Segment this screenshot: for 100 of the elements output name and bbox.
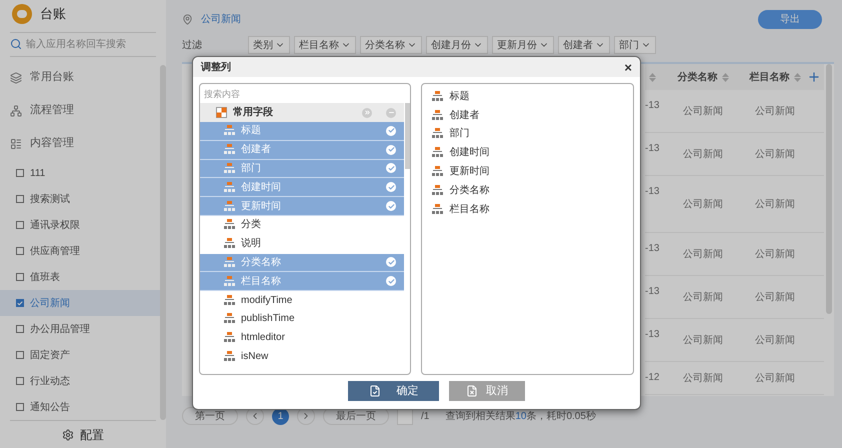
page-total: /1 [421,410,430,424]
column-item[interactable]: 栏目名称 [432,200,633,219]
filter-dropdown[interactable]: 栏目名称 [294,36,356,54]
filter-dropdown[interactable]: 更新月份 [492,36,554,54]
field-icon [224,182,235,193]
group-label: 常用字段 [233,105,273,120]
checkbox[interactable] [16,247,24,256]
table-cell-text: 公司新闻 [682,198,724,212]
search-field[interactable]: 搜索内容 [200,84,410,103]
field-icon [432,110,444,121]
filter-dropdown[interactable]: 创建者 [558,36,610,54]
filter-dropdown[interactable]: 分类名称 [360,36,422,54]
settings-icon [62,428,74,441]
section-title[interactable]: 内容管理 [30,135,74,152]
table-cell-text: 公司新闻 [754,104,796,118]
field-icon [224,144,235,156]
column-header[interactable]: 分类名称 [678,70,718,84]
table-cell-text: 公司新闻 [754,334,796,348]
hierarchy-icon [10,104,22,117]
check-icon [386,257,396,268]
add-column-icon[interactable] [807,70,821,84]
checkbox[interactable] [16,377,24,386]
checkbox[interactable] [16,221,24,230]
sidebar-item[interactable]: 固定资产 [0,342,160,368]
result-summary: 查询到相关结果10条，耗时0.05秒 [445,410,596,424]
field-icon [224,200,235,212]
file-x-icon [466,385,478,397]
field-icon [432,90,444,102]
app-title: 台账 [40,5,66,24]
table-cell-text: 公司新闻 [754,198,796,212]
sidebar-item[interactable]: 通知公告 [0,394,160,420]
field-icon [432,166,444,178]
location-icon [182,14,193,24]
column-item[interactable]: 标题 [432,87,633,106]
layers-icon [10,72,22,84]
section-title[interactable]: 流程管理 [30,102,74,119]
table-cell-text: -12 [645,371,660,385]
table-cell-text: 公司新闻 [682,372,724,386]
filter-dropdown[interactable]: 创建月份 [426,36,488,54]
field-icon [432,184,444,196]
check-icon [386,182,396,192]
checkbox[interactable] [16,195,24,204]
column-item[interactable]: 创建者 [432,106,633,125]
column-header[interactable]: 栏目名称 [750,70,790,84]
table-cell-text: 公司新闻 [682,334,724,348]
settings-link[interactable]: 配置 [80,426,104,444]
field-icon [224,162,235,174]
search-field[interactable]: 输入应用名称回车搜索 [26,36,152,52]
table-cell-text: 公司新闻 [754,372,796,386]
field-icon [224,294,235,306]
table-cell-text: 公司新闻 [682,104,724,118]
sidebar-item[interactable]: 通讯录权限 [0,212,160,238]
checkbox[interactable] [16,403,24,412]
check-icon [386,163,396,174]
field-icon [224,313,235,324]
scrollbar [405,103,410,169]
field-icon [432,128,444,140]
column-item[interactable]: 创建时间 [432,143,633,162]
table-cell-text: -13 [645,185,660,199]
group-icon [216,107,227,118]
column-item[interactable]: 部门 [432,124,633,144]
field-icon [224,350,235,362]
close-button[interactable]: × [624,60,632,74]
breadcrumb-link[interactable]: 公司新闻 [201,12,241,26]
filter-dropdown[interactable]: 类别 [248,36,290,54]
field-icon [224,256,235,268]
field-icon [432,204,444,215]
confirm-button[interactable]: 确定 [348,381,439,401]
filter-dropdown[interactable]: 部门 [614,36,656,54]
sidebar-item[interactable]: 111 [0,160,160,186]
table-cell-text: 公司新闻 [682,290,724,304]
check-icon [386,126,396,136]
checkbox[interactable] [16,351,24,360]
field-icon [432,147,444,158]
sidebar-item[interactable]: 办公用品管理 [0,316,160,342]
section-title[interactable]: 常用台账 [30,69,74,86]
table-cell-text: 公司新闻 [754,290,796,304]
check-icon [386,201,396,212]
checkbox[interactable] [16,169,24,178]
check-icon [386,276,396,286]
dialog-title: 调整列 [201,60,231,74]
checkbox[interactable] [16,273,24,282]
sidebar-item[interactable]: 行业动态 [0,368,160,394]
column-item[interactable]: 分类名称 [432,180,633,200]
table-cell-text: -13 [645,242,660,256]
sidebar-item[interactable]: 供应商管理 [0,238,160,264]
field-icon [224,238,235,250]
app-logo-icon [12,4,32,24]
list-icon [10,138,22,150]
sidebar-item[interactable]: 搜索测试 [0,186,160,212]
field-icon [224,276,235,287]
table-cell-text: 公司新闻 [754,248,796,262]
file-check-icon [368,385,380,397]
field-icon [224,219,235,230]
column-item[interactable]: 更新时间 [432,162,633,181]
table-cell-text: 公司新闻 [682,248,724,262]
checkbox[interactable] [16,325,24,334]
field-icon [224,332,235,344]
checkbox[interactable] [16,299,24,308]
sidebar-item[interactable]: 公司新闻 [0,290,160,316]
